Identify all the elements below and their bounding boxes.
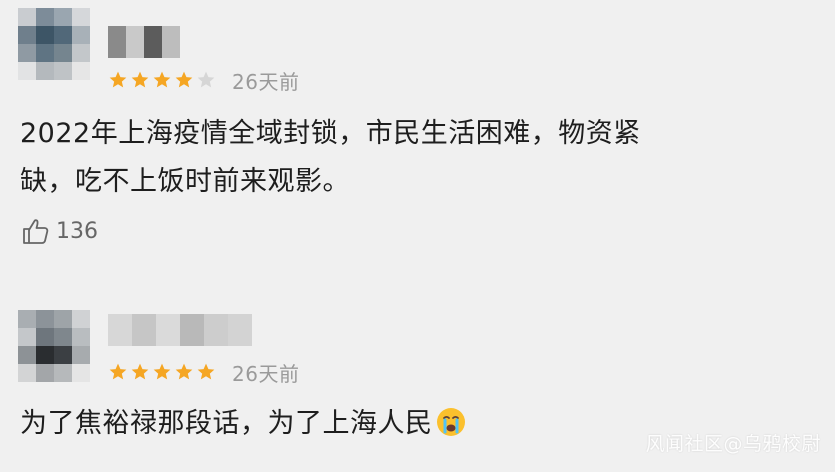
crying-face-emoji-icon [436,408,465,436]
star-filled-icon [131,71,149,88]
like-count: 136 [56,218,98,244]
like-button[interactable]: 136 [20,214,98,248]
avatar-blurred[interactable] [18,8,90,80]
star-filled-icon [109,71,127,88]
star-filled-icon [197,363,215,380]
star-filled-icon [153,363,171,380]
review-content-text: 为了焦裕禄那段话，为了上海人民 [20,408,433,439]
thumbs-up-icon[interactable] [20,215,52,247]
review-time: 26天前 [232,69,300,94]
review-meta: 26天前 [108,68,300,94]
review-content: 2022年上海疫情全域封锁，市民生活困难，物资紧 缺，吃不上饭时前来观影。 [20,110,810,206]
review-item: 26天前 2022年上海疫情全域封锁，市民生活困难，物资紧 缺，吃不上饭时前来观… [0,0,835,280]
review-meta: 26天前 [108,360,300,386]
star-empty-icon [197,71,215,88]
star-filled-icon [109,363,127,380]
review-content-line: 缺，吃不上饭时前来观影。 [20,166,350,197]
star-rating [108,362,218,382]
star-filled-icon [153,71,171,88]
watermark: 风闻社区@乌鸦校尉 [645,433,821,455]
username-blurred[interactable] [108,26,180,58]
review-content-line: 2022年上海疫情全域封锁，市民生活困难，物资紧 [20,118,641,149]
review-time: 26天前 [232,361,300,386]
star-rating [108,70,218,90]
avatar-blurred[interactable] [18,310,90,382]
username-blurred[interactable] [108,314,252,346]
star-filled-icon [131,363,149,380]
star-filled-icon [175,363,193,380]
star-filled-icon [175,71,193,88]
